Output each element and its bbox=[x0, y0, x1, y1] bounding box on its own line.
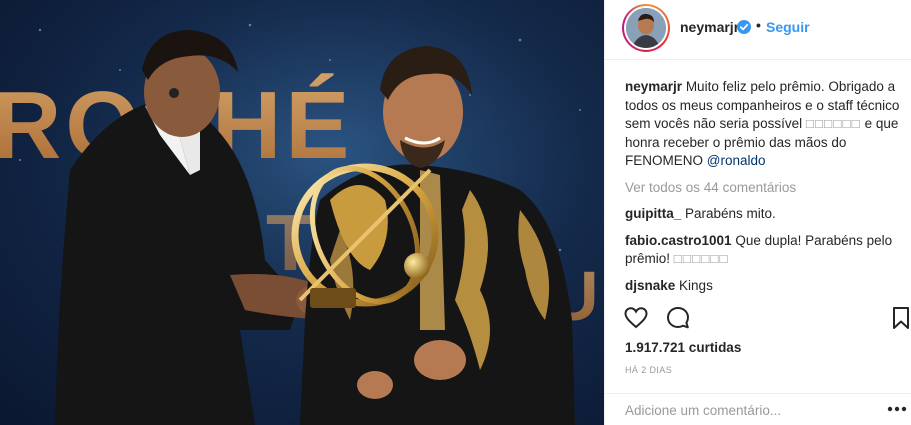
follow-button[interactable]: Seguir bbox=[766, 19, 810, 35]
avatar[interactable] bbox=[622, 4, 670, 52]
likes-count[interactable]: 1.917.721 curtidas bbox=[625, 340, 741, 355]
add-comment-bar bbox=[605, 393, 911, 425]
comment-text: Kings bbox=[679, 277, 713, 293]
comment-emoji: □□□□□□ bbox=[673, 251, 729, 266]
heart-icon[interactable] bbox=[623, 305, 649, 331]
post-header: neymarjr • Seguir bbox=[605, 0, 911, 60]
comment-username[interactable]: djsnake bbox=[625, 278, 675, 293]
comment-item: djsnake Kings bbox=[625, 277, 905, 296]
header-username[interactable]: neymarjr bbox=[680, 19, 739, 35]
caption-mention-link[interactable]: @ronaldo bbox=[707, 153, 766, 168]
caption-username[interactable]: neymarjr bbox=[625, 79, 682, 94]
avatar-image bbox=[626, 8, 666, 48]
post-actions-bar bbox=[605, 300, 911, 334]
header-separator: • bbox=[756, 17, 761, 33]
instagram-post: ROPHÉ U TD U bbox=[0, 0, 911, 425]
comment-item: fabio.castro1001 Que dupla! Parabéns pel… bbox=[625, 232, 905, 269]
post-photo[interactable]: ROPHÉ U TD U bbox=[0, 0, 604, 425]
comment-username[interactable]: guipitta_ bbox=[625, 206, 681, 221]
bookmark-icon[interactable] bbox=[888, 305, 911, 331]
view-all-comments-link[interactable]: Ver todos os 44 comentários bbox=[625, 179, 905, 198]
more-options-icon[interactable] bbox=[887, 406, 907, 412]
post-side-panel: neymarjr • Seguir neymarjr Muito feliz p… bbox=[604, 0, 911, 425]
caption-emoji: □□□□□□ bbox=[805, 116, 861, 131]
add-comment-input[interactable] bbox=[625, 403, 875, 418]
profile-photo bbox=[626, 8, 666, 48]
comment-item: guipitta_ Parabéns mito. bbox=[625, 205, 905, 224]
verified-badge-icon bbox=[737, 20, 751, 34]
post-caption: neymarjr Muito feliz pelo prêmio. Obriga… bbox=[625, 78, 905, 171]
photo-illustration: ROPHÉ U TD U bbox=[0, 0, 604, 425]
comment-username[interactable]: fabio.castro1001 bbox=[625, 233, 732, 248]
comments-section: neymarjr Muito feliz pelo prêmio. Obriga… bbox=[625, 78, 905, 303]
post-timestamp[interactable]: HÁ 2 DIAS bbox=[625, 365, 672, 375]
comment-text: Parabéns mito. bbox=[685, 206, 776, 221]
comment-bubble-icon[interactable] bbox=[665, 305, 691, 331]
